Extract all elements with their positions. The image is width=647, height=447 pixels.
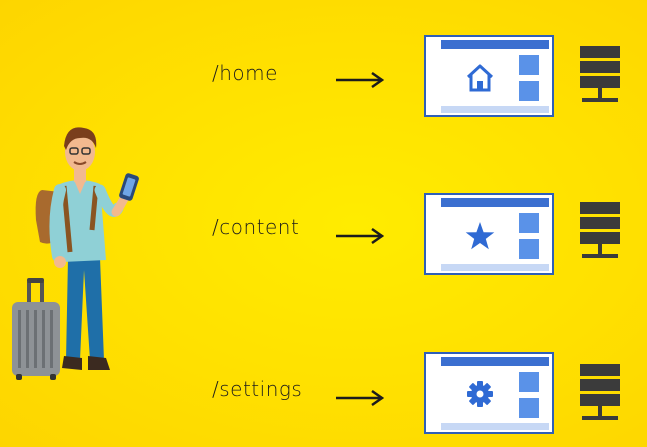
suitcase-icon [12, 278, 60, 380]
traveler-illustration [12, 127, 139, 380]
arrow-right-icon [336, 390, 384, 406]
arrow-right-icon [336, 228, 384, 244]
server-icon [580, 202, 620, 258]
settings-page-window [424, 352, 554, 434]
arrow-right-icon [336, 72, 384, 88]
route-content-label: /content [212, 215, 300, 239]
server-icon [580, 46, 620, 102]
route-home-label: /home [212, 61, 278, 85]
gear-icon [467, 381, 493, 407]
route-settings-label: /settings [212, 377, 303, 401]
home-page-window [424, 35, 554, 117]
content-page-window [424, 193, 554, 275]
server-icon [580, 364, 620, 420]
